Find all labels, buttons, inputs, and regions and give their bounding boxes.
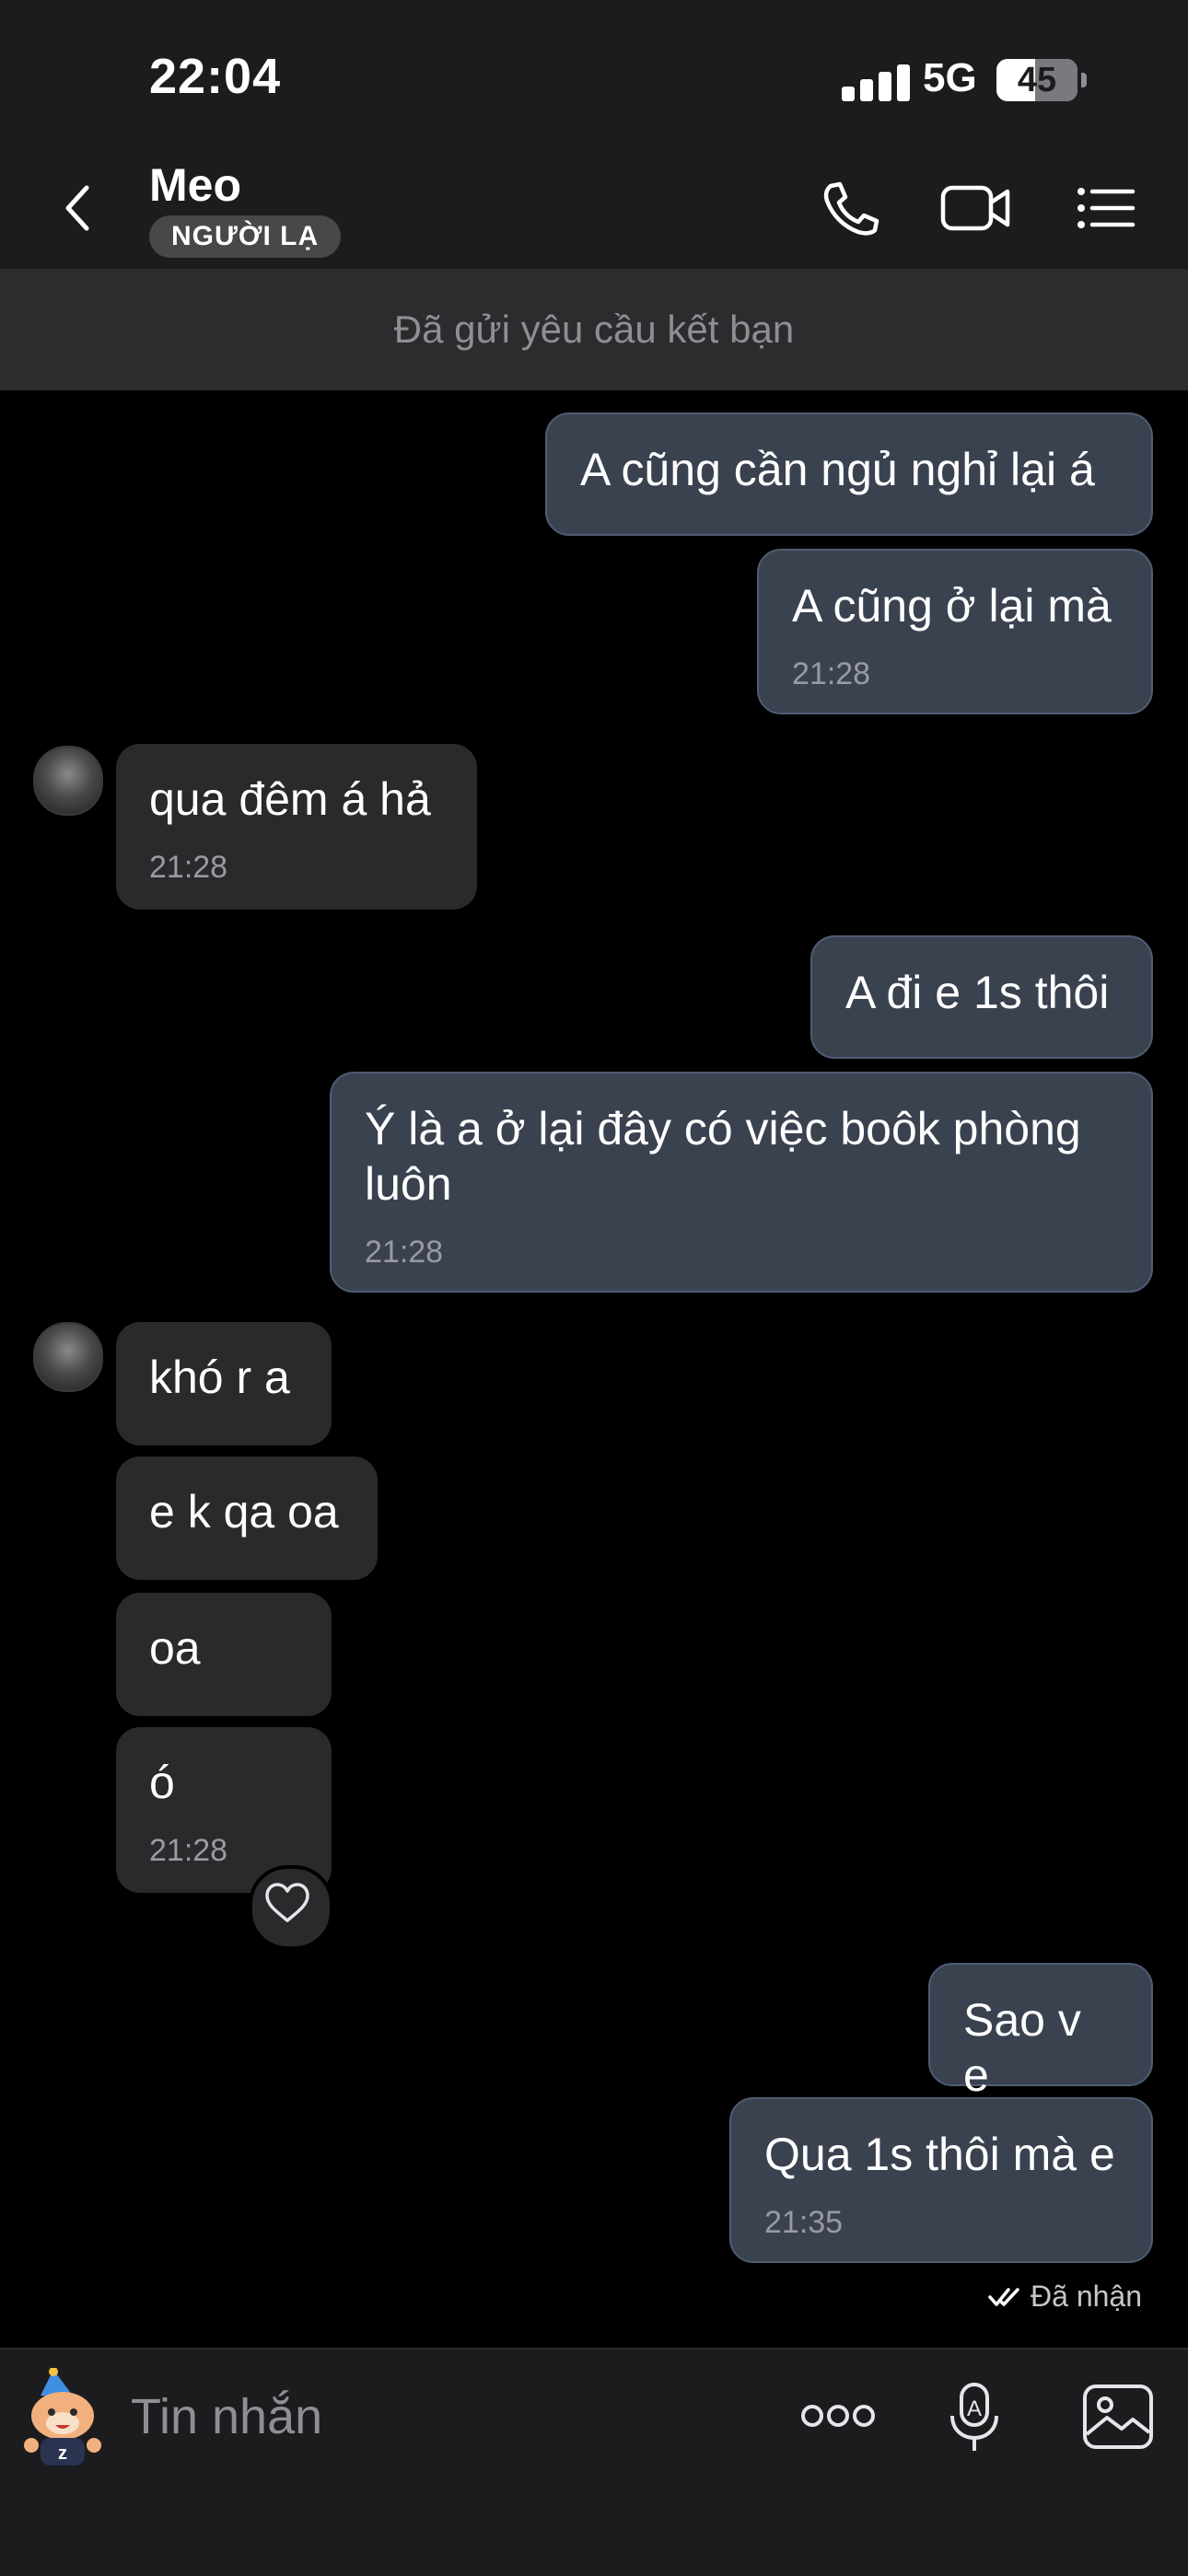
receipt-text: Đã nhận [1031,2280,1142,2313]
status-time: 22:04 [149,49,282,104]
message-bubble-out[interactable]: A đi e 1s thôi [810,935,1153,1059]
svg-text:A: A [967,2396,982,2421]
message-text: Ý là a ở lại đây có việc boôk phòng luôn [365,1103,1081,1210]
message-time: 21:28 [365,1235,444,1270]
call-button[interactable] [818,179,882,238]
message-bubble-in[interactable]: e k qa oa [116,1456,378,1580]
video-call-icon [940,185,1010,231]
battery-indicator: 45 [996,59,1087,101]
message-input-bar: z Tin nhắn A [0,2348,1188,2576]
message-bubble-out[interactable]: A cũng cần ngủ nghỉ lại á [545,412,1153,536]
sticker-button[interactable]: z [18,2367,107,2469]
battery-level: 45 [1017,61,1057,99]
message-text: qua đêm á hả [149,773,431,825]
more-icon [801,2405,875,2427]
message-bubble-in[interactable]: oa [116,1593,332,1716]
stranger-badge: NGƯỜI LẠ [149,215,342,258]
message-text: khó r a [149,1352,290,1403]
message-bubble-out[interactable]: A cũng ở lại mà 21:28 [757,549,1153,714]
image-icon [1083,2385,1153,2449]
status-bar: 22:04 5G 45 [0,0,1188,147]
contact-avatar[interactable] [33,1322,103,1392]
message-bubble-out[interactable]: Ý là a ở lại đây có việc boôk phòng luôn… [330,1072,1153,1293]
menu-list-icon [1077,188,1136,228]
message-bubble-in[interactable]: qua đêm á hả 21:28 [116,744,477,910]
message-text: oa [149,1622,201,1674]
message-input[interactable]: Tin nhắn [131,2388,322,2445]
svg-text:z: z [58,2443,67,2464]
message-text: Sao v e [963,1994,1081,2101]
phone-icon [823,181,879,236]
options-button[interactable] [1074,179,1138,238]
message-time: 21:35 [764,2205,844,2240]
message-bubble-in[interactable]: khó r a [116,1322,332,1445]
video-call-button[interactable] [939,179,1013,238]
message-text: A cũng ở lại mà [792,580,1112,632]
contact-avatar[interactable] [33,746,103,816]
image-button[interactable] [1081,2383,1155,2457]
voice-to-text-button[interactable]: A [943,2381,1007,2459]
message-text: ó [149,1757,175,1808]
message-bubble-out[interactable]: Qua 1s thôi mà e 21:35 [729,2097,1153,2263]
message-text: Qua 1s thôi mà e [764,2129,1115,2180]
back-button[interactable] [52,180,107,236]
sticker-icon: z [24,2367,101,2466]
heart-icon [265,1883,309,1922]
delivery-receipt: Đã nhận [988,2280,1142,2314]
contact-name[interactable]: Meo [149,158,241,212]
react-button[interactable] [249,1865,333,1950]
chat-header: Meo NGƯỜI LẠ [0,147,1188,269]
double-check-icon [988,2287,1019,2306]
friend-request-banner: Đã gửi yêu cầu kết bạn [0,269,1188,390]
voice-to-text-icon: A [950,2383,998,2451]
message-text: A cũng cần ngủ nghỉ lại á [580,444,1095,495]
back-icon [65,185,89,231]
message-time: 21:28 [149,850,228,885]
message-text: e k qa oa [149,1486,339,1537]
message-text: A đi e 1s thôi [845,967,1110,1018]
message-bubble-out[interactable]: Sao v e [928,1963,1153,2101]
message-time: 21:28 [792,656,871,691]
network-label: 5G [923,55,977,100]
more-button[interactable] [799,2397,877,2439]
